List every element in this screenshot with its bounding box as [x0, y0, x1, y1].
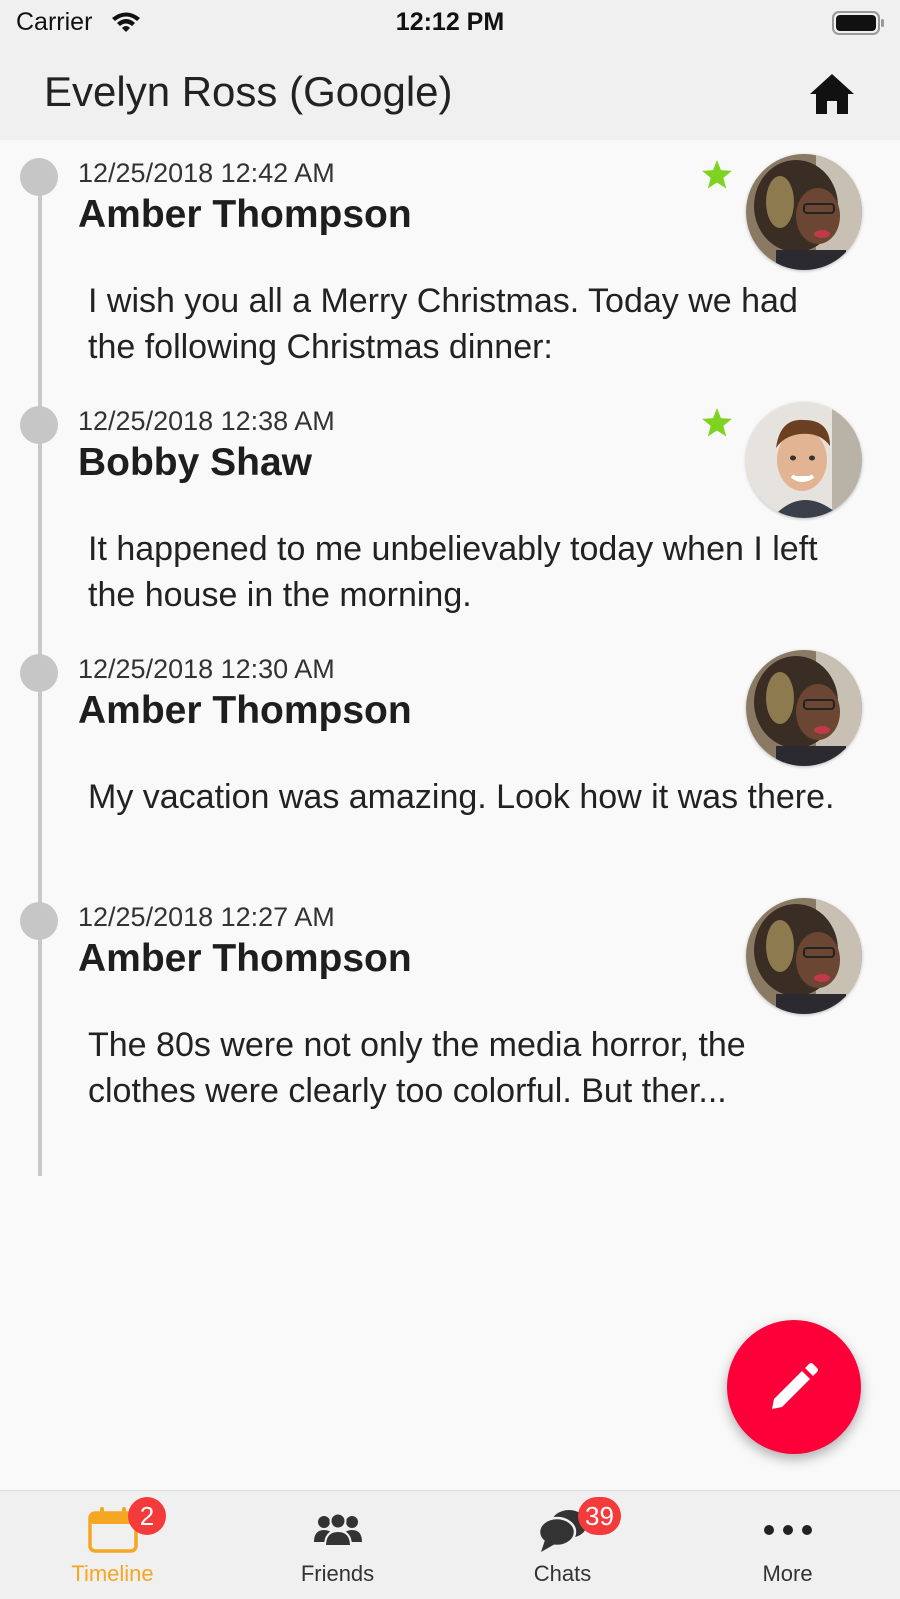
- status-bar: Carrier 12:12 PM: [0, 0, 900, 48]
- post-author: Bobby Shaw: [78, 441, 313, 484]
- avatar-amber-thompson[interactable]: [746, 154, 862, 270]
- tab-label: Timeline: [71, 1561, 154, 1586]
- post-text: The 80s were not only the media horror, …: [88, 1026, 746, 1110]
- compose-post-button[interactable]: [727, 1320, 861, 1454]
- tab-label: More: [762, 1561, 813, 1586]
- tab-label: Chats: [533, 1561, 592, 1586]
- timeline-post[interactable]: 12/25/2018 12:30 AM Amber Thompson My va…: [0, 636, 900, 884]
- status-time: 12:12 PM: [395, 8, 505, 36]
- tab-timeline[interactable]: 2 Timeline: [0, 1491, 225, 1599]
- star-icon[interactable]: [700, 406, 734, 440]
- post-text: I wish you all a Merry Christmas. Today …: [88, 282, 798, 366]
- post-author: Amber Thompson: [78, 937, 412, 980]
- post-date: 12/25/2018 12:38 AM: [78, 406, 335, 436]
- timeline-post[interactable]: 12/25/2018 12:38 AM Bobby Shaw It happen…: [0, 388, 900, 636]
- navigation-bar: Evelyn Ross (Google): [0, 48, 900, 140]
- pencil-icon: [772, 1363, 818, 1409]
- timeline-dot: [20, 158, 58, 196]
- star-icon[interactable]: [700, 158, 734, 192]
- post-text: My vacation was amazing. Look how it was…: [88, 778, 835, 816]
- tab-bar: 2 Timeline Friends 39 Chats More: [0, 1490, 900, 1599]
- avatar-bobby-shaw[interactable]: [746, 402, 862, 518]
- post-author: Amber Thompson: [78, 193, 412, 236]
- tab-more[interactable]: More: [675, 1491, 900, 1599]
- tab-label: Friends: [300, 1561, 375, 1586]
- timeline-badge: 2: [128, 1497, 166, 1535]
- post-date: 12/25/2018 12:27 AM: [78, 902, 335, 932]
- timeline-dot: [20, 902, 58, 940]
- chats-badge: 39: [578, 1497, 621, 1535]
- post-date: 12/25/2018 12:42 AM: [78, 158, 335, 188]
- post-date: 12/25/2018 12:30 AM: [78, 654, 335, 684]
- tab-friends[interactable]: Friends: [225, 1491, 450, 1599]
- timeline-post[interactable]: 12/25/2018 12:27 AM Amber Thompson The 8…: [0, 884, 900, 1132]
- people-icon: [313, 1512, 362, 1547]
- battery-icon: [832, 11, 884, 35]
- tab-chats[interactable]: 39 Chats: [450, 1491, 675, 1599]
- timeline-dot: [20, 654, 58, 692]
- avatar-amber-thompson[interactable]: [746, 650, 862, 766]
- timeline-feed[interactable]: 12/25/2018 12:42 AM Amber Thompson I wis…: [0, 140, 900, 1490]
- home-icon: [810, 74, 854, 114]
- post-text: It happened to me unbelievably today whe…: [88, 530, 818, 614]
- avatar-amber-thompson[interactable]: [746, 898, 862, 1014]
- timeline-dot: [20, 406, 58, 444]
- home-button[interactable]: [804, 68, 860, 120]
- post-author: Amber Thompson: [78, 689, 412, 732]
- timeline-post[interactable]: 12/25/2018 12:42 AM Amber Thompson I wis…: [0, 140, 900, 388]
- more-dots-icon: [763, 1525, 812, 1535]
- page-title: Evelyn Ross (Google): [44, 68, 453, 115]
